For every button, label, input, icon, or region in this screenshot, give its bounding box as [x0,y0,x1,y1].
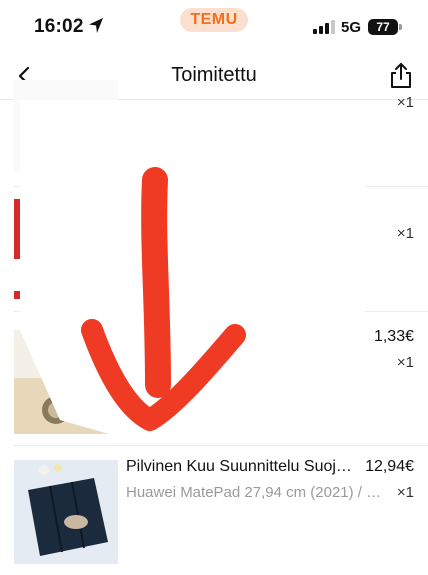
status-bar: 16:02 TEMU 5G 77 [0,0,428,52]
product-thumbnail [14,199,118,299]
location-arrow-icon [89,18,103,33]
item-quantity: ×1 [396,94,414,111]
list-item[interactable]: 1,33€ ×1 [0,312,428,445]
battery-nub [399,24,402,30]
temu-app-badge[interactable]: TEMU [180,8,248,32]
barcode-image [28,138,64,150]
battery-icon: 77 [368,19,398,35]
status-time: 16:02 [34,16,84,37]
share-icon[interactable] [386,60,416,92]
tablet-case-image [14,460,118,564]
item-quantity: ×1 [396,225,414,242]
item-quantity: ×1 [396,484,414,501]
item-quantity: ×1 [396,354,414,371]
list-item[interactable]: Pilvinen Kuu Suunnittelu Suojak... 12,94… [0,446,428,575]
network-type: 5G [341,19,362,36]
item-name: Pilvinen Kuu Suunnittelu Suojak... [126,458,358,475]
item-variant: Huawei MatePad 27,94 cm (2021) / U... [126,484,388,501]
product-thumbnail [14,460,118,564]
product-thumbnail [14,330,118,434]
item-price: 12,94€ [365,458,414,475]
order-item-list: ×1 ×1 1,33€ ×1 Pilvinen Kuu Suunnittelu … [0,80,428,575]
list-item[interactable]: ×1 [0,80,428,187]
product-thumbnail [14,80,118,172]
list-item[interactable]: ×1 [0,187,428,311]
cellular-signal-icon [313,20,335,34]
item-price: 1,33€ [373,328,414,345]
